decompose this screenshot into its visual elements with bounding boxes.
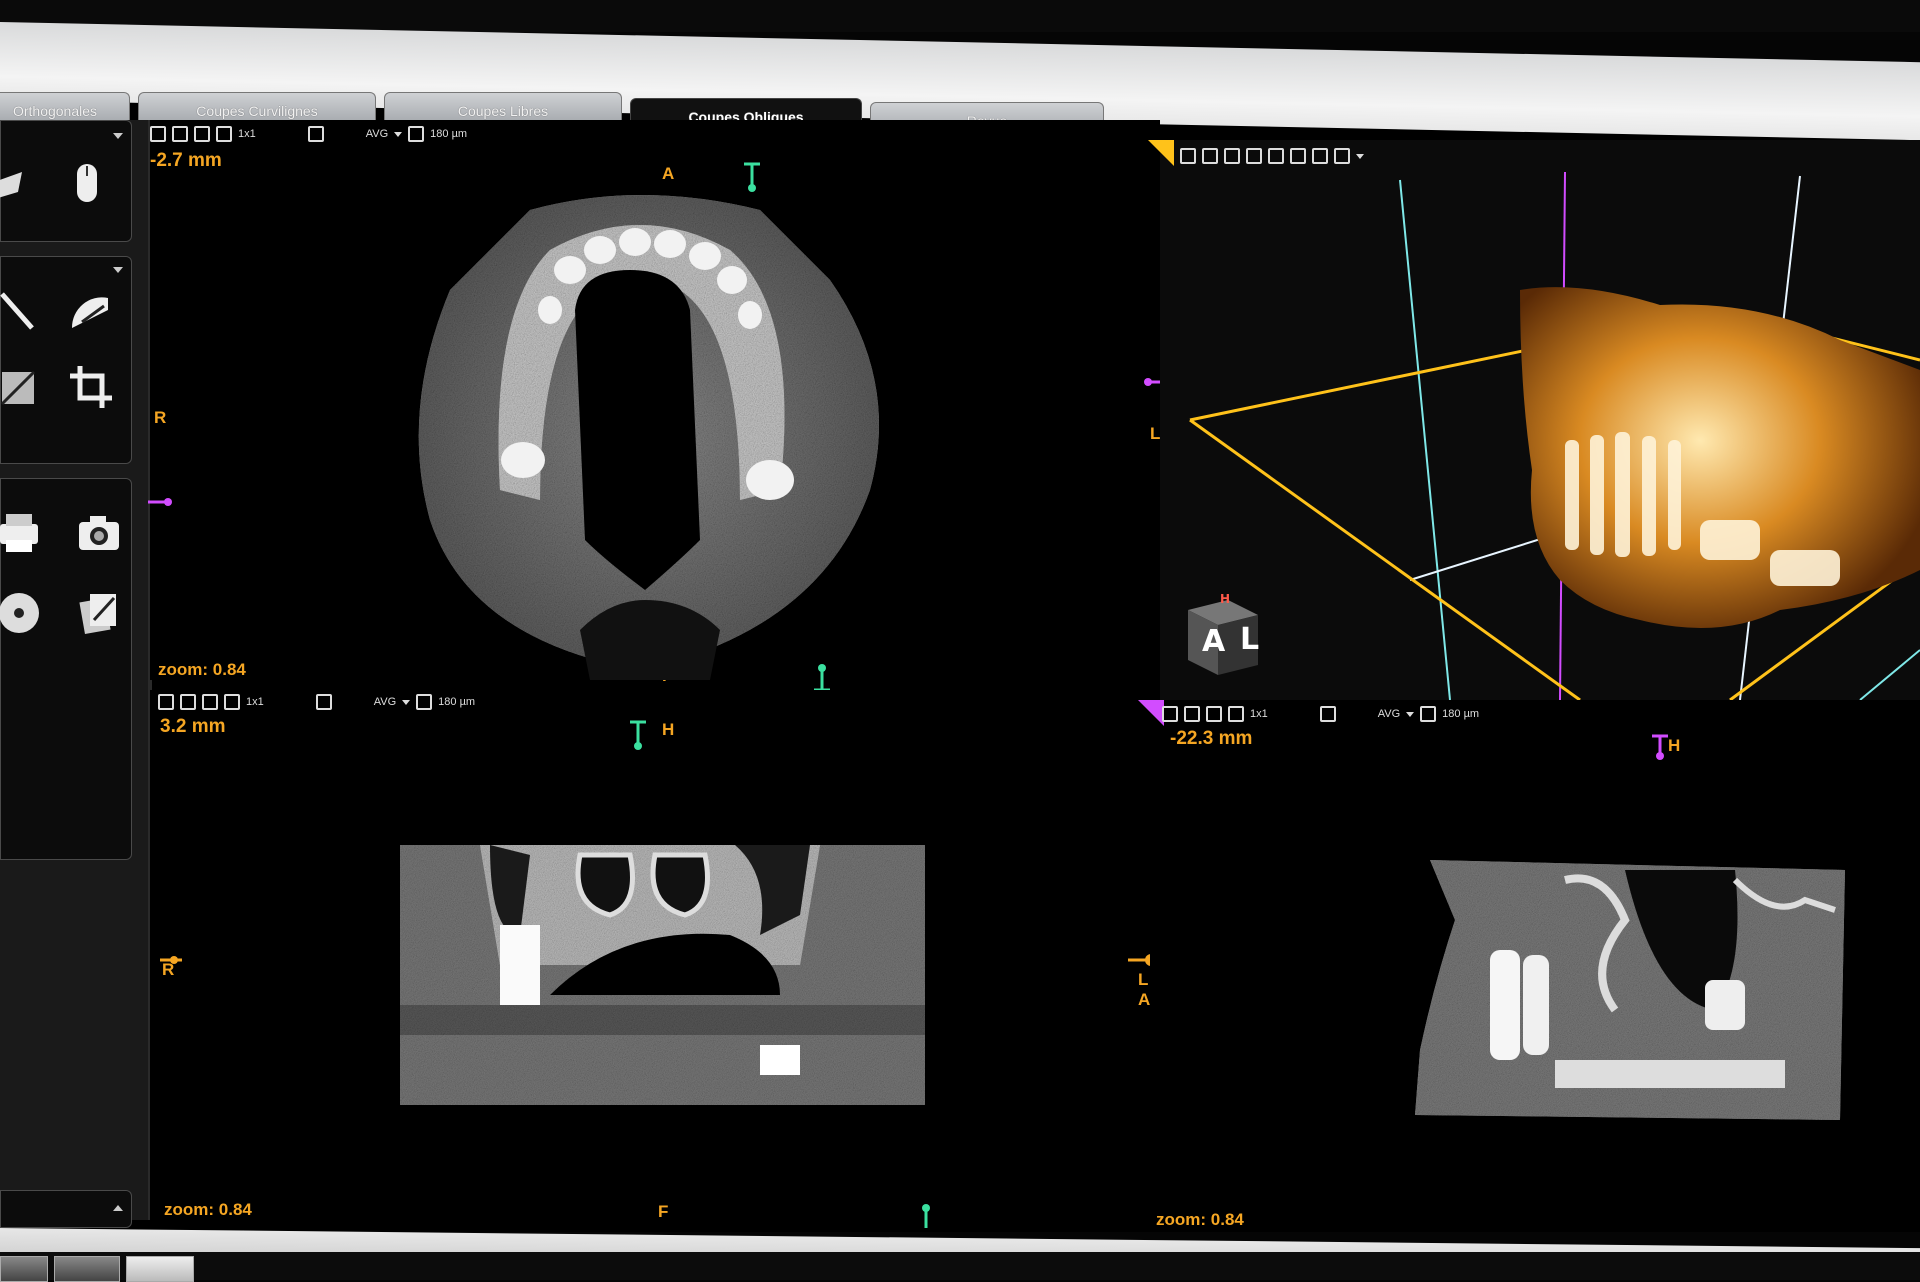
- slice-marker-top[interactable]: [1648, 732, 1672, 762]
- print-icon[interactable]: [0, 509, 43, 557]
- slab-icon[interactable]: [315, 694, 332, 710]
- coronal-zoom: zoom: 0.84: [164, 1200, 252, 1219]
- slice-marker-left[interactable]: [146, 492, 176, 512]
- window-icon[interactable]: [194, 126, 210, 142]
- layout-value[interactable]: 1x1: [1250, 708, 1268, 720]
- layout-icon[interactable]: [1228, 706, 1244, 722]
- coronal-ct-slice[interactable]: [400, 845, 925, 1105]
- chevron-down-icon[interactable]: [402, 699, 411, 705]
- fit-view-icon[interactable]: [172, 126, 188, 142]
- camera-icon[interactable]: [75, 509, 123, 557]
- coronal-viewport[interactable]: 1x1 AVG 180 µm 3.2 mm H R L A F zoom: 0.…: [150, 690, 1174, 1230]
- layout-value[interactable]: 1x1: [238, 128, 256, 140]
- viewport-corner-flag: [1138, 700, 1164, 726]
- taskbar-button[interactable]: [0, 1256, 48, 1282]
- layout-value[interactable]: 1x1: [246, 696, 264, 708]
- export-tools-group: [0, 478, 132, 860]
- layout-icon[interactable]: [224, 694, 240, 710]
- slab-icon[interactable]: [307, 126, 324, 142]
- cube-face-top: H: [1220, 592, 1231, 606]
- slice-marker-top[interactable]: [626, 718, 650, 754]
- axial-viewport[interactable]: 1x1 AVG 180 µm -2.7 mm A R L P zoom: 0.8…: [148, 120, 1168, 692]
- voxel-size: 180 µm: [1442, 708, 1480, 720]
- slab-icon[interactable]: [1319, 706, 1336, 722]
- volume-3d-viewport[interactable]: A L H: [1148, 140, 1920, 710]
- chevron-down-icon[interactable]: [394, 131, 403, 137]
- window-icon[interactable]: [1206, 706, 1222, 722]
- save-icon[interactable]: [150, 126, 166, 142]
- sagittal-toolbar: 1x1 AVG 180 µm: [1162, 702, 1479, 726]
- axial-ct-slice[interactable]: [380, 160, 900, 680]
- contrast-adjust-icon[interactable]: [0, 365, 43, 413]
- volume-render[interactable]: [1160, 140, 1920, 710]
- fit-view-icon[interactable]: [1184, 706, 1200, 722]
- ruler-line-icon[interactable]: [0, 287, 43, 335]
- layout-icon[interactable]: [216, 126, 232, 142]
- slice-thickness-icon[interactable]: [408, 126, 425, 142]
- slice-thickness-icon[interactable]: [416, 694, 433, 710]
- measure-tools-group: [0, 256, 132, 464]
- orient-bottom: F: [658, 1202, 669, 1221]
- save-icon[interactable]: [158, 694, 174, 710]
- taskbar-button[interactable]: [126, 1256, 194, 1282]
- projection-select[interactable]: AVG: [1378, 708, 1400, 720]
- coronal-toolbar: 1x1 AVG 180 µm: [158, 690, 475, 714]
- projection-select[interactable]: AVG: [374, 696, 396, 708]
- orient-right: L: [1150, 424, 1161, 443]
- view-tools-group: [0, 120, 132, 242]
- cube-face-side: L: [1240, 622, 1260, 657]
- fit-view-icon[interactable]: [180, 694, 196, 710]
- slice-marker-left[interactable]: [158, 950, 188, 970]
- axial-toolbar: 1x1 AVG 180 µm: [150, 122, 467, 146]
- cube-face-front: A: [1202, 624, 1226, 659]
- window-icon[interactable]: [202, 694, 218, 710]
- sagittal-viewport[interactable]: 1x1 AVG 180 µm -22.3 mm H zoom: 0.84: [1138, 700, 1920, 1230]
- left-tool-panel: [0, 120, 152, 1228]
- sagittal-zoom: zoom: 0.84: [1156, 1210, 1244, 1229]
- coronal-depth: 3.2 mm: [160, 716, 226, 737]
- skull-view-icon[interactable]: [0, 161, 39, 209]
- orient-top: H: [662, 720, 675, 739]
- slice-thickness-icon[interactable]: [1420, 706, 1437, 722]
- dropdown-arrow-icon[interactable]: [113, 267, 123, 273]
- sagittal-depth: -22.3 mm: [1170, 728, 1253, 749]
- dropdown-arrow-icon[interactable]: [113, 133, 123, 139]
- export-document-icon[interactable]: [75, 589, 123, 637]
- disc-burn-icon[interactable]: [0, 589, 43, 637]
- voxel-size: 180 µm: [430, 128, 468, 140]
- collapse-arrow-icon[interactable]: [113, 1205, 123, 1211]
- orient-right: L A: [1138, 970, 1151, 1009]
- save-icon[interactable]: [1162, 706, 1178, 722]
- crop-icon[interactable]: [67, 363, 115, 411]
- mouse-icon[interactable]: [63, 159, 111, 207]
- orient-left: R: [154, 408, 167, 427]
- sagittal-ct-slice[interactable]: [1415, 860, 1845, 1120]
- slice-marker-top[interactable]: [740, 160, 764, 196]
- axial-depth: -2.7 mm: [150, 150, 222, 171]
- taskbar-button[interactable]: [54, 1256, 120, 1282]
- axial-zoom: zoom: 0.84: [158, 660, 246, 679]
- projection-select[interactable]: AVG: [366, 128, 388, 140]
- voxel-size: 180 µm: [438, 696, 476, 708]
- chevron-down-icon[interactable]: [1406, 711, 1415, 717]
- angle-protractor-icon[interactable]: [67, 287, 115, 335]
- slice-marker-bottom[interactable]: [914, 1198, 938, 1228]
- monitor-bezel-bottom: [0, 1252, 1920, 1280]
- collapse-group: [0, 1190, 132, 1228]
